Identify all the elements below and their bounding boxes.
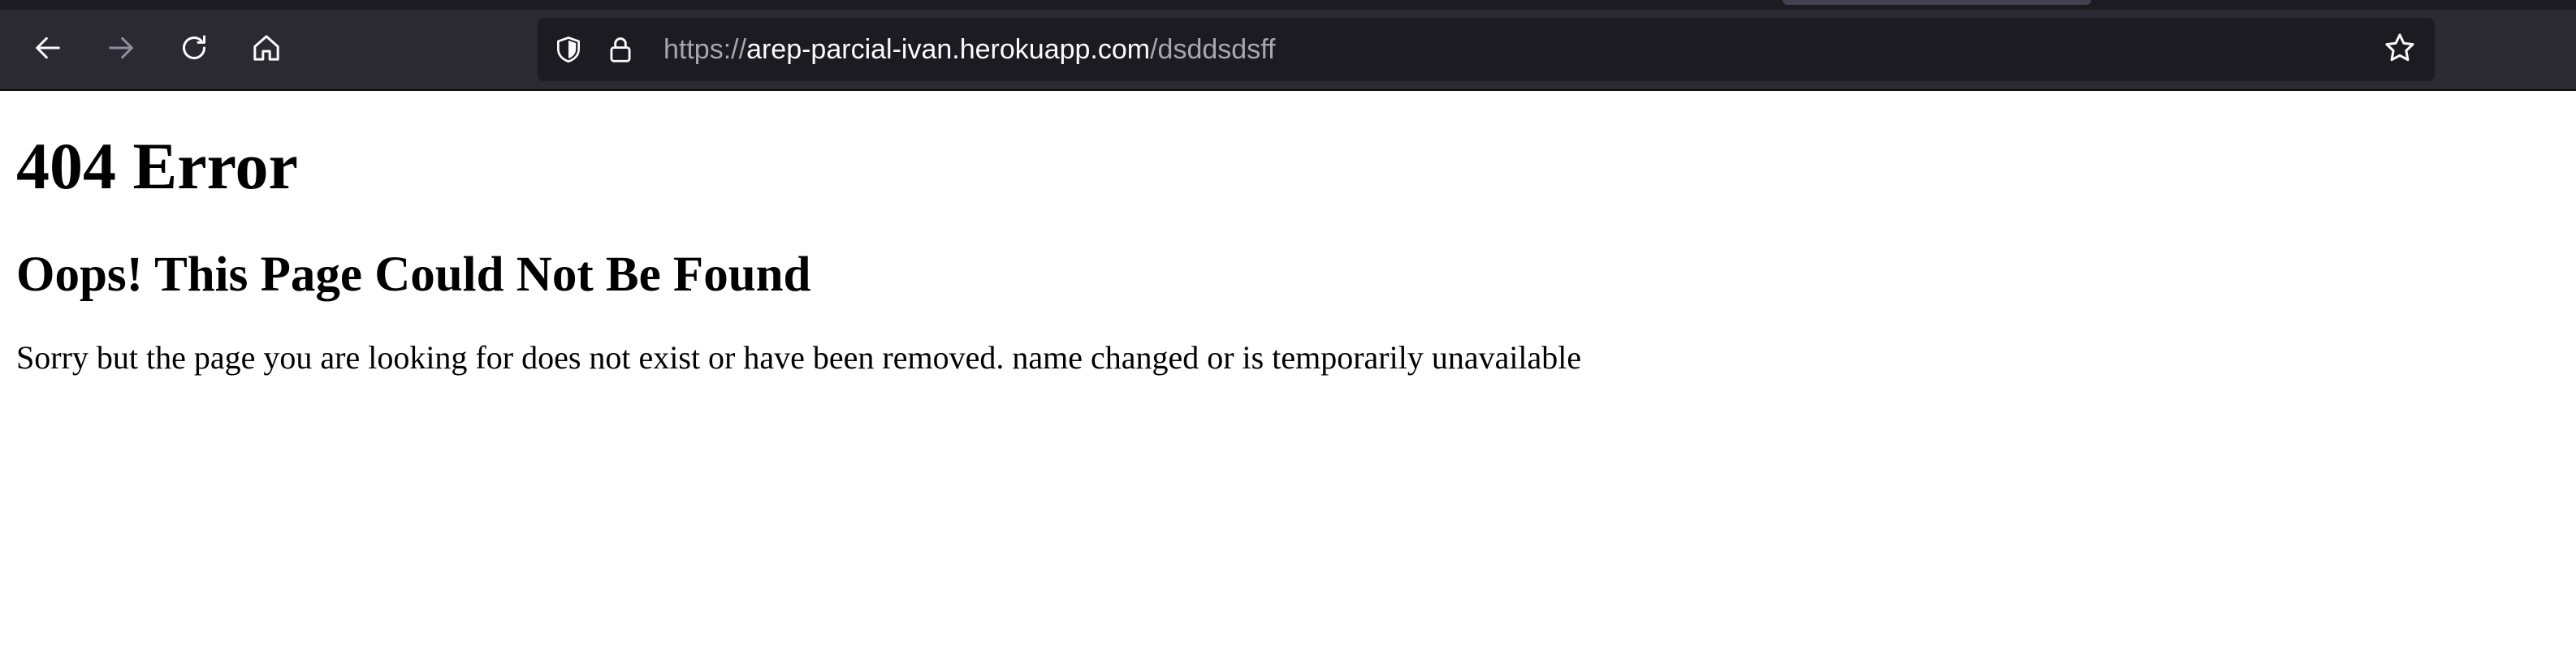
- star-icon: [2383, 31, 2417, 69]
- error-heading: 404 Error: [16, 129, 298, 203]
- home-icon: [250, 32, 283, 68]
- forward-button[interactable]: [96, 24, 146, 75]
- shield-icon[interactable]: [552, 33, 585, 66]
- browser-toolbar: https://arep-parcial-ivan.herokuapp.com/…: [0, 0, 2576, 91]
- error-message: Sorry but the page you are looking for d…: [16, 339, 1582, 376]
- error-subheading: Oops! This Page Could Not Be Found: [16, 248, 811, 302]
- address-bar[interactable]: https://arep-parcial-ivan.herokuapp.com/…: [538, 18, 2435, 81]
- page-content: 404 Error Oops! This Page Could Not Be F…: [16, 91, 2534, 374]
- tab-edge[interactable]: [1783, 0, 2091, 5]
- reload-icon: [178, 32, 210, 68]
- forward-arrow-icon: [105, 32, 137, 68]
- reload-button[interactable]: [169, 24, 219, 75]
- back-button[interactable]: [23, 24, 73, 75]
- bookmark-button[interactable]: [2379, 29, 2420, 70]
- home-button[interactable]: [241, 24, 292, 75]
- url-host: arep-parcial-ivan.herokuapp.com: [746, 34, 1151, 65]
- url-path: /dsddsdsff: [1150, 34, 1276, 65]
- lock-icon[interactable]: [604, 33, 637, 66]
- tab-strip: [0, 0, 2576, 10]
- back-arrow-icon: [32, 32, 64, 68]
- url-text[interactable]: https://arep-parcial-ivan.herokuapp.com/…: [663, 18, 1275, 81]
- url-scheme: https://: [663, 34, 747, 65]
